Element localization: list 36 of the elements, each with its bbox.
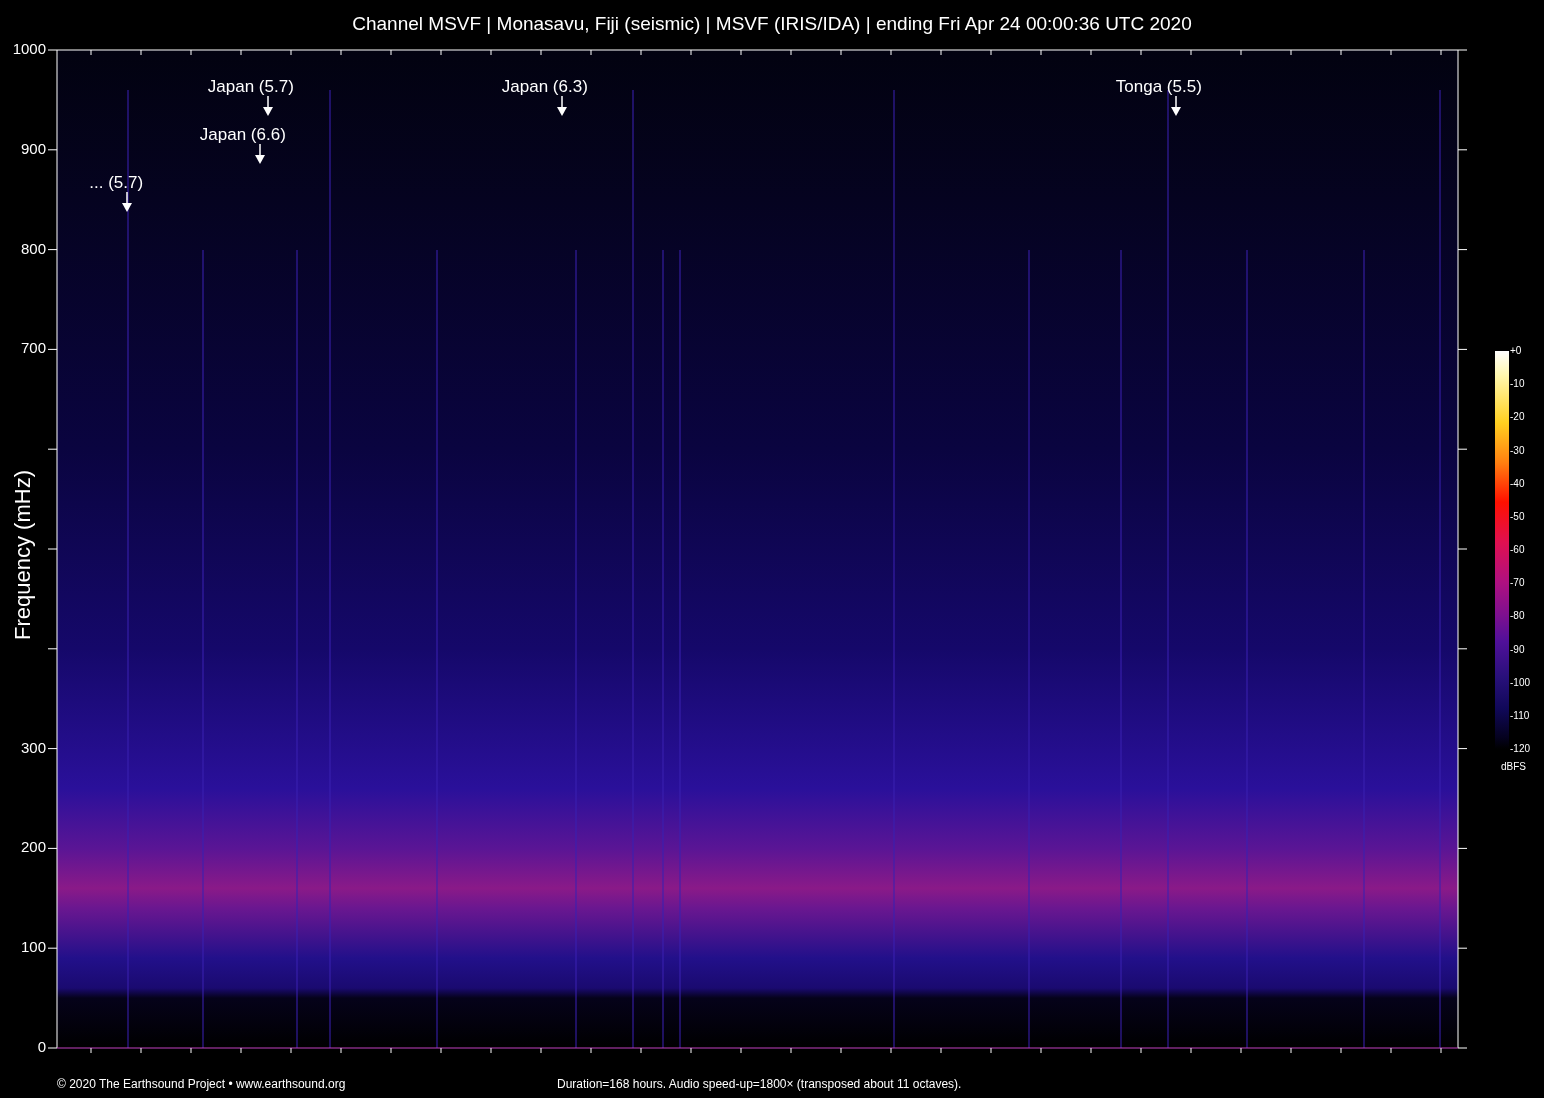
y-tick-label: 200 (20, 838, 46, 857)
down-arrow-icon (1171, 96, 1181, 116)
colorbar-tick-label: +0 (1510, 345, 1522, 357)
colorbar-tick-label: -120 (1510, 743, 1530, 755)
down-arrow-icon (122, 192, 132, 212)
event-label: Japan (6.3) (501, 77, 588, 97)
copyright-text: © 2020 The Earthsound Project • www.earthsound.org (57, 1076, 346, 1093)
event-label: Japan (6.6) (199, 125, 286, 145)
y-tick-label: 800 (20, 239, 46, 258)
colorbar-tick-label: -110 (1510, 709, 1530, 722)
chart-title: Channel MSVF | Monasavu, Fiji (seismic) | MSVF (IRIS/IDA) | ending Fri Apr 24 00:00:36 UTC 2020 (351, 12, 1193, 36)
down-arrow-icon (557, 96, 567, 116)
colorbar-tick-label: -90 (1510, 643, 1525, 656)
colorbar-tick-label: -80 (1510, 610, 1525, 623)
y-tick-label: 700 (20, 339, 46, 358)
y-tick-label: 0 (37, 1038, 46, 1056)
colorbar-tick-label: -20 (1510, 411, 1525, 424)
y-tick-label: 100 (20, 938, 46, 957)
colorbar-tick-label: -60 (1510, 544, 1525, 556)
event-label: Japan (5.7) (207, 77, 294, 97)
down-arrow-icon (263, 96, 273, 116)
colorbar-tick-label: -100 (1510, 676, 1530, 689)
y-tick-label: 900 (20, 139, 46, 158)
down-arrow-icon (255, 144, 265, 164)
y-tick-label: 1000 (12, 40, 46, 58)
colorbar-tick-label: -40 (1510, 477, 1525, 490)
colorbar-tick-label: -30 (1510, 444, 1525, 457)
footer-note: Duration=168 hours. Audio speed-up=1800× (transposed about 11 octaves). (557, 1076, 962, 1093)
colorbar-unit: dBFS (1501, 761, 1526, 773)
colorbar-tick-label: -10 (1510, 378, 1525, 391)
y-axis-label: Frequency (mHz) (8, 470, 36, 640)
event-label: ... (5.7) (89, 173, 144, 193)
event-label: Tonga (5.5) (1115, 77, 1202, 97)
colorbar-tick-label: -50 (1510, 510, 1525, 523)
y-tick-label: 300 (20, 738, 46, 757)
colorbar-tick-label: -70 (1510, 577, 1525, 590)
